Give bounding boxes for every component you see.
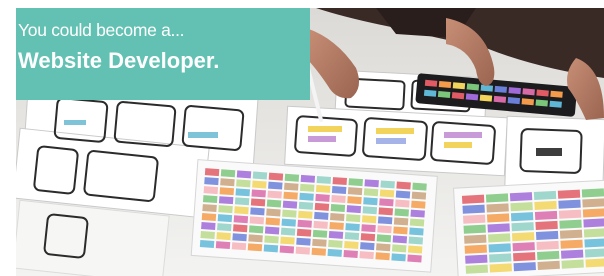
banner-title: Website Developer.: [18, 48, 220, 73]
banner-intro-text: You could become a...: [18, 20, 185, 40]
career-banner: You could become a... Website Developer.: [0, 0, 604, 276]
